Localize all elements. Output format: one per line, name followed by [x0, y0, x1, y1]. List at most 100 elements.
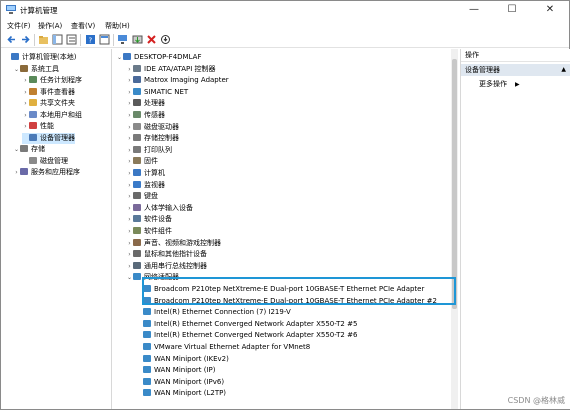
minimize-button[interactable]: — — [455, 1, 493, 19]
device-tree-item[interactable]: › Matrox Imaging Adapter — [126, 75, 229, 86]
device-tree-item[interactable]: › 人体学输入设备 — [126, 203, 193, 214]
device-tree-item-label: 人体学输入设备 — [144, 203, 193, 212]
device-tree-item[interactable]: › 通用串行总线控制器 — [126, 261, 207, 272]
nav-tree-item[interactable]: › 服务和应用程序 — [13, 167, 80, 178]
expand-chevron-icon[interactable]: › — [126, 122, 133, 133]
expand-chevron-icon[interactable]: › — [126, 191, 133, 202]
menu-help[interactable]: 帮助(H) — [105, 21, 130, 31]
device-tree-item[interactable]: › 存储控制器 — [126, 133, 179, 144]
device-tree-scrollbar[interactable] — [451, 49, 458, 409]
device-tree-item[interactable]: Intel(R) Ethernet Converged Network Adap… — [136, 330, 357, 341]
list-view-icon[interactable] — [66, 34, 77, 45]
toolbar-separator — [80, 34, 81, 46]
device-tree-item[interactable]: WAN Miniport (IKEv2) — [136, 354, 229, 365]
device-tree-item[interactable]: WAN Miniport (IPv6) — [136, 377, 224, 388]
nic-icon — [143, 331, 151, 339]
show-tree-icon[interactable] — [52, 34, 63, 45]
device-tree-item[interactable]: VMware Virtual Ethernet Adapter for VMne… — [136, 342, 310, 353]
expand-chevron-icon[interactable]: › — [126, 75, 133, 86]
back-icon[interactable] — [6, 34, 17, 45]
more-actions-item[interactable]: 更多操作 ▶ — [479, 79, 520, 89]
computer-management-window: 计算机管理 — ☐ ✕ 文件(F) 操作(A) 查看(V) 帮助(H) ? 计算… — [0, 0, 570, 410]
scrollbar-thumb[interactable] — [452, 59, 457, 309]
device-tree-item[interactable]: WAN Miniport (IP) — [136, 365, 215, 376]
nav-tree-item[interactable]: ⌄ 系统工具 — [13, 64, 59, 75]
device-tree-item[interactable]: › IDE ATA/ATAPI 控制器 — [126, 64, 216, 75]
device-tree-item[interactable]: › 软件设备 — [126, 214, 172, 225]
device-tree-item[interactable]: › 声音、视频和游戏控制器 — [126, 238, 221, 249]
component-icon — [133, 227, 141, 234]
uninstall-icon[interactable] — [146, 34, 157, 45]
title-bar: 计算机管理 — ☐ ✕ — [1, 1, 569, 19]
computer-management-icon — [6, 5, 16, 14]
expand-chevron-icon[interactable]: › — [126, 180, 133, 191]
expand-chevron-icon[interactable]: › — [126, 249, 133, 260]
device-tree-item[interactable]: ⌄ DESKTOP-F4DMLAF — [116, 52, 201, 63]
device-tree-item[interactable]: › 计算机 — [126, 168, 165, 179]
nav-tree-item[interactable]: 设备管理器 — [22, 132, 75, 144]
expand-chevron-icon[interactable]: › — [126, 238, 133, 249]
expand-chevron-icon[interactable]: › — [126, 226, 133, 237]
menu-action[interactable]: 操作(A) — [38, 21, 62, 31]
nav-tree-item[interactable]: 磁盘管理 — [22, 156, 68, 167]
expand-chevron-icon[interactable]: › — [22, 87, 29, 98]
scan-hardware-icon[interactable] — [160, 34, 171, 45]
properties-icon[interactable] — [99, 34, 110, 45]
up-folder-icon[interactable] — [38, 34, 49, 45]
device-tree-item[interactable]: › 磁盘驱动器 — [126, 122, 179, 133]
expand-chevron-icon[interactable]: › — [126, 64, 133, 75]
expand-chevron-icon[interactable]: › — [126, 168, 133, 179]
actions-section-device-manager[interactable]: 设备管理器 ▲ — [461, 64, 570, 76]
device-tree-item[interactable]: Intel(R) Ethernet Connection (7) I219-V — [136, 307, 291, 318]
expand-chevron-icon[interactable]: › — [126, 110, 133, 121]
device-tree-item[interactable]: Intel(R) Ethernet Converged Network Adap… — [136, 319, 357, 330]
expand-chevron-icon[interactable]: › — [126, 156, 133, 167]
nav-tree-item[interactable]: › 任务计划程序 — [22, 75, 82, 86]
expand-chevron-icon[interactable]: › — [22, 98, 29, 109]
device-tree-item[interactable]: › 固件 — [126, 156, 158, 167]
expand-chevron-icon[interactable]: › — [126, 145, 133, 156]
close-button[interactable]: ✕ — [531, 1, 569, 19]
expand-chevron-icon[interactable]: › — [126, 261, 133, 272]
monitor-icon[interactable] — [117, 34, 128, 45]
nav-tree-item[interactable]: › 事件查看器 — [22, 87, 75, 98]
expand-chevron-icon[interactable]: › — [126, 214, 133, 225]
expand-chevron-icon[interactable]: › — [22, 75, 29, 86]
update-driver-icon[interactable] — [132, 34, 143, 45]
actions-pane: 操作 设备管理器 ▲ 更多操作 ▶ — [460, 49, 570, 409]
help-icon[interactable]: ? — [85, 34, 96, 45]
menu-file[interactable]: 文件(F) — [7, 21, 31, 31]
expand-chevron-icon[interactable]: › — [126, 98, 133, 109]
collapse-chevron-icon[interactable]: ⌄ — [126, 272, 133, 283]
device-tree-item[interactable]: WAN Miniport (L2TP) — [136, 388, 226, 399]
device-tree-item[interactable]: › 打印队列 — [126, 145, 172, 156]
window-title: 计算机管理 — [20, 6, 58, 15]
nav-tree-item[interactable]: › 性能 — [22, 121, 54, 132]
collapse-chevron-icon[interactable]: ⌄ — [13, 64, 20, 75]
expand-chevron-icon[interactable]: › — [126, 133, 133, 144]
expand-chevron-icon[interactable]: › — [22, 110, 29, 121]
device-tree-item[interactable]: › 处理器 — [126, 98, 165, 109]
expand-chevron-icon[interactable]: › — [13, 167, 20, 178]
menu-bar: 文件(F) 操作(A) 查看(V) 帮助(H) — [1, 20, 569, 32]
nav-tree-item[interactable]: ⌄ 存储 — [13, 144, 45, 155]
device-tree-item[interactable]: › SIMATIC NET — [126, 87, 188, 98]
menu-view[interactable]: 查看(V) — [71, 21, 95, 31]
device-tree-item[interactable]: › 键盘 — [126, 191, 158, 202]
collapse-chevron-icon[interactable]: ⌄ — [13, 144, 20, 155]
expand-chevron-icon[interactable]: › — [126, 87, 133, 98]
nav-tree-item[interactable]: › 本地用户和组 — [22, 110, 82, 121]
expand-chevron-icon[interactable]: › — [22, 121, 29, 132]
device-tree-item[interactable]: › 鼠标和其他指针设备 — [126, 249, 207, 260]
collapse-arrow-icon[interactable]: ▲ — [561, 64, 566, 76]
forward-icon[interactable] — [20, 34, 31, 45]
nav-tree-item[interactable]: › 共享文件夹 — [22, 98, 75, 109]
maximize-button[interactable]: ☐ — [493, 1, 531, 19]
device-tree-item-label: WAN Miniport (L2TP) — [154, 389, 227, 398]
device-tree-item[interactable]: › 传感器 — [126, 110, 165, 121]
nav-tree-item[interactable]: 计算机管理(本地) — [4, 52, 76, 63]
collapse-chevron-icon[interactable]: ⌄ — [116, 52, 123, 63]
device-tree-item[interactable]: › 监视器 — [126, 180, 165, 191]
device-tree-item[interactable]: › 软件组件 — [126, 226, 172, 237]
expand-chevron-icon[interactable]: › — [126, 203, 133, 214]
